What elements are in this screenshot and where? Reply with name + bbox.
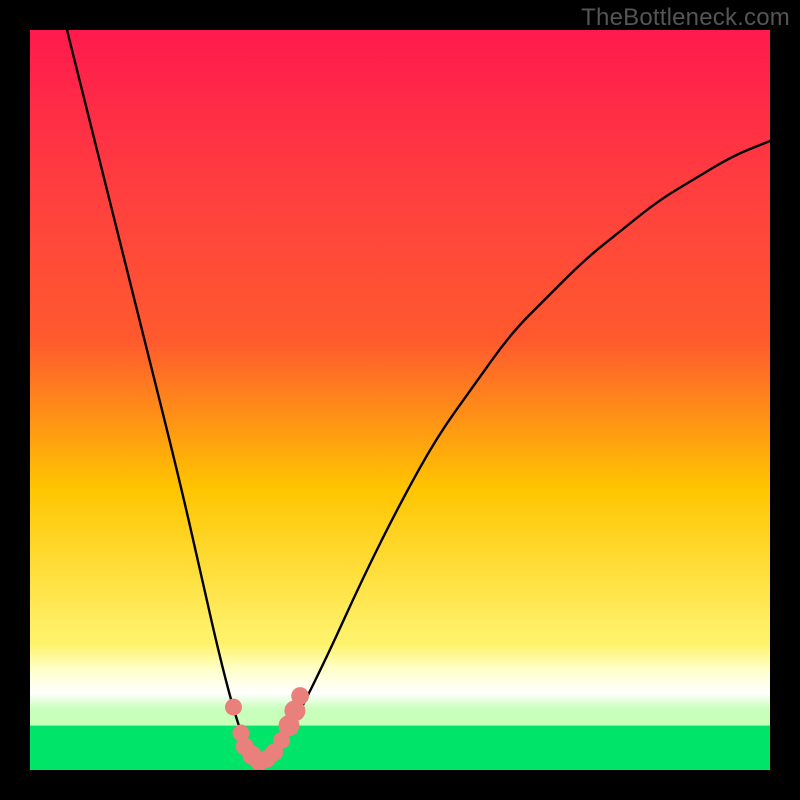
bottleneck-curve-chart [30, 30, 770, 770]
curve-marker [291, 687, 309, 705]
chart-container: TheBottleneck.com [0, 0, 800, 800]
plot-area [30, 30, 770, 770]
curve-marker [225, 699, 242, 716]
watermark-text: TheBottleneck.com [581, 4, 790, 32]
